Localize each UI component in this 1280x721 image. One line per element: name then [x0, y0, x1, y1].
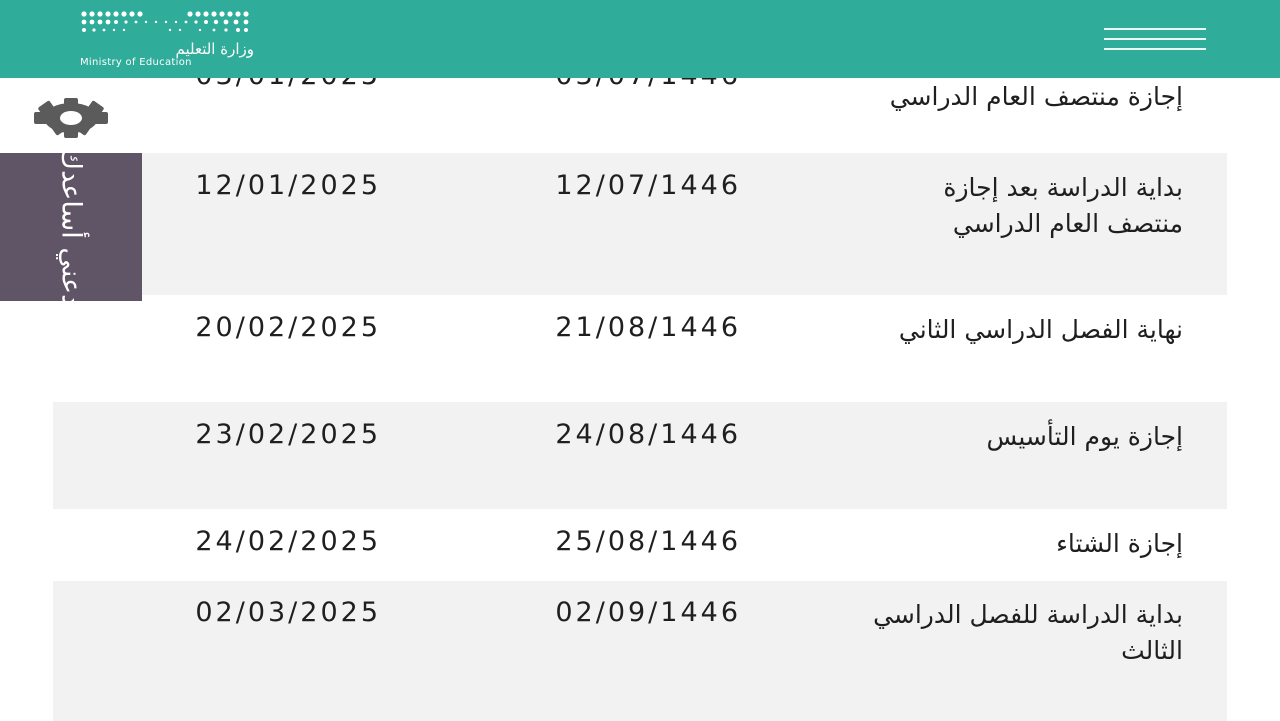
event-name: إجازة يوم التأسيس	[986, 422, 1183, 451]
hijri-date: 24/08/1446	[555, 419, 741, 450]
table-row: بداية الدراسة للفصل الدراسي الثالث 02/09…	[53, 581, 1227, 721]
school-calendar-table: إجازة منتصف العام الدراسي 03/07/1446 03/…	[53, 40, 1227, 721]
ministry-logo[interactable]: وزارة التعليم Ministry of Education	[78, 8, 258, 70]
logo-dots-icon	[81, 11, 249, 32]
table-row: نهاية الفصل الدراسي الثاني 21/08/1446 20…	[53, 295, 1227, 402]
event-name: إجازة الشتاء	[1056, 529, 1183, 558]
table-row: إجازة الشتاء 25/08/1446 24/02/2025	[53, 509, 1227, 581]
gregorian-date: 24/02/2025	[195, 526, 381, 557]
hijri-date: 25/08/1446	[555, 526, 741, 557]
hijri-date: 02/09/1446	[555, 597, 741, 628]
help-side-tab[interactable]: دعني أساعدك	[0, 148, 142, 306]
event-name: بداية الدراسة بعد إجازة منتصف العام الدر…	[943, 173, 1183, 238]
table-row: إجازة يوم التأسيس 24/08/1446 23/02/2025	[53, 402, 1227, 509]
gregorian-date: 12/01/2025	[195, 170, 381, 201]
event-name: بداية الدراسة للفصل الدراسي الثالث	[873, 600, 1183, 665]
hamburger-menu-icon[interactable]	[1104, 28, 1206, 50]
gregorian-date: 02/03/2025	[195, 597, 381, 628]
gregorian-date: 20/02/2025	[195, 312, 381, 343]
top-header: وزارة التعليم Ministry of Education	[0, 0, 1280, 78]
hijri-date: 12/07/1446	[555, 170, 741, 201]
hijri-date: 21/08/1446	[555, 312, 741, 343]
gear-icon[interactable]	[30, 98, 112, 138]
event-name: نهاية الفصل الدراسي الثاني	[898, 315, 1183, 344]
gregorian-date: 23/02/2025	[195, 419, 381, 450]
help-tab-label: دعني أساعدك	[55, 147, 87, 307]
logo-arabic-text: وزارة التعليم	[175, 40, 254, 58]
logo-english-text: Ministry of Education	[80, 57, 192, 68]
event-name: إجازة منتصف العام الدراسي	[889, 82, 1183, 111]
table-row: بداية الدراسة بعد إجازة منتصف العام الدر…	[53, 153, 1227, 295]
